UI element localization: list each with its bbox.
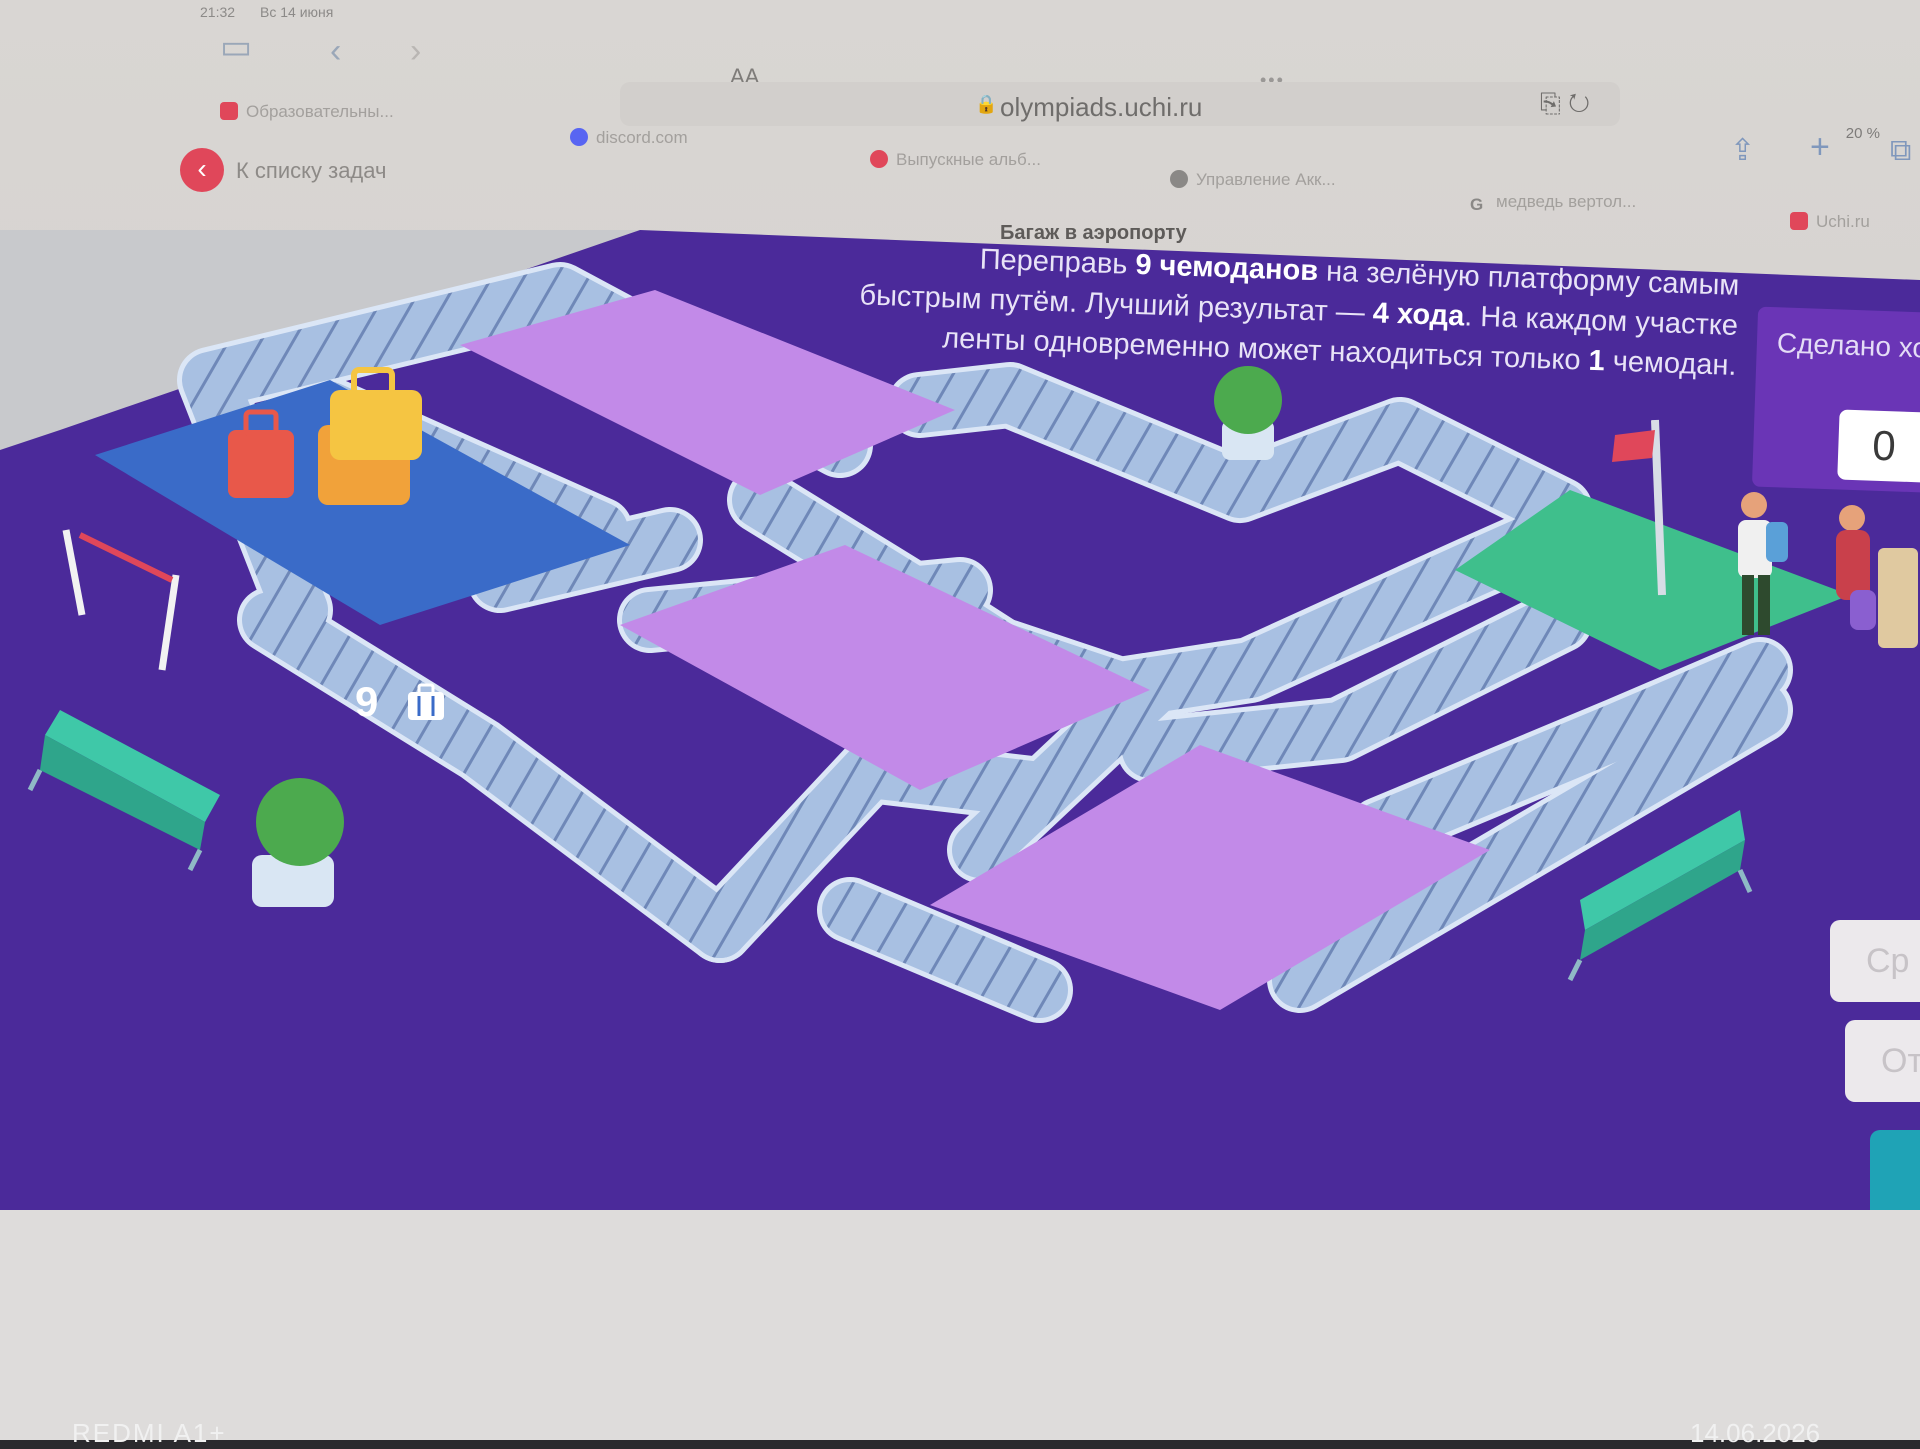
lock-icon: 🔒 xyxy=(975,94,998,114)
status-date: Вс 14 июня xyxy=(260,4,334,20)
status-bar: 21:32 Вс 14 июня 20 % xyxy=(170,0,1920,142)
plant-icon xyxy=(252,778,344,907)
favorite-tab-1[interactable]: Образовательны... xyxy=(220,102,394,136)
page-header: ‹ К списку задач xyxy=(170,140,1920,200)
suitcase-icon xyxy=(408,683,444,720)
moves-counter-panel: Сделано хо 0 xyxy=(1751,306,1920,494)
status-time: 21:32 xyxy=(200,4,236,20)
back-to-list-link[interactable]: К списку задач xyxy=(236,158,387,184)
url-text: olympiads.uchi.ru xyxy=(1000,92,1203,122)
side-button-middle[interactable]: От xyxy=(1845,1020,1920,1102)
luggage-count: 9 xyxy=(355,678,379,725)
sidebar-icon[interactable]: ▭ xyxy=(220,30,252,64)
side-button-top[interactable]: Ср xyxy=(1830,920,1920,1002)
camera-date-watermark: 14.06.2026 xyxy=(1690,1418,1821,1448)
favicon-icon xyxy=(220,102,238,120)
back-button[interactable]: ‹ xyxy=(180,148,224,192)
camera-watermark: REDMI A1+ xyxy=(72,1418,227,1448)
moves-value: 0 xyxy=(1837,409,1920,483)
back-arrow-icon[interactable]: ‹ xyxy=(330,34,341,68)
game-area: Переправь 9 чемоданов на зелёную платфор… xyxy=(0,230,1920,1230)
screen-bottom-area xyxy=(0,1210,1920,1440)
side-button-bottom[interactable] xyxy=(1870,1130,1920,1220)
reader-reload-icons[interactable]: ⎘ ↻ xyxy=(1540,88,1590,120)
favicon-icon xyxy=(1790,212,1808,230)
tablet-screen: 21:32 Вс 14 июня 20 % ▭ ‹ › AA ••• ⇪ + ⧉… xyxy=(0,0,1920,1448)
plant-icon xyxy=(1214,366,1282,460)
forward-arrow-icon[interactable]: › xyxy=(410,34,421,68)
moves-label: Сделано хо xyxy=(1776,327,1920,364)
